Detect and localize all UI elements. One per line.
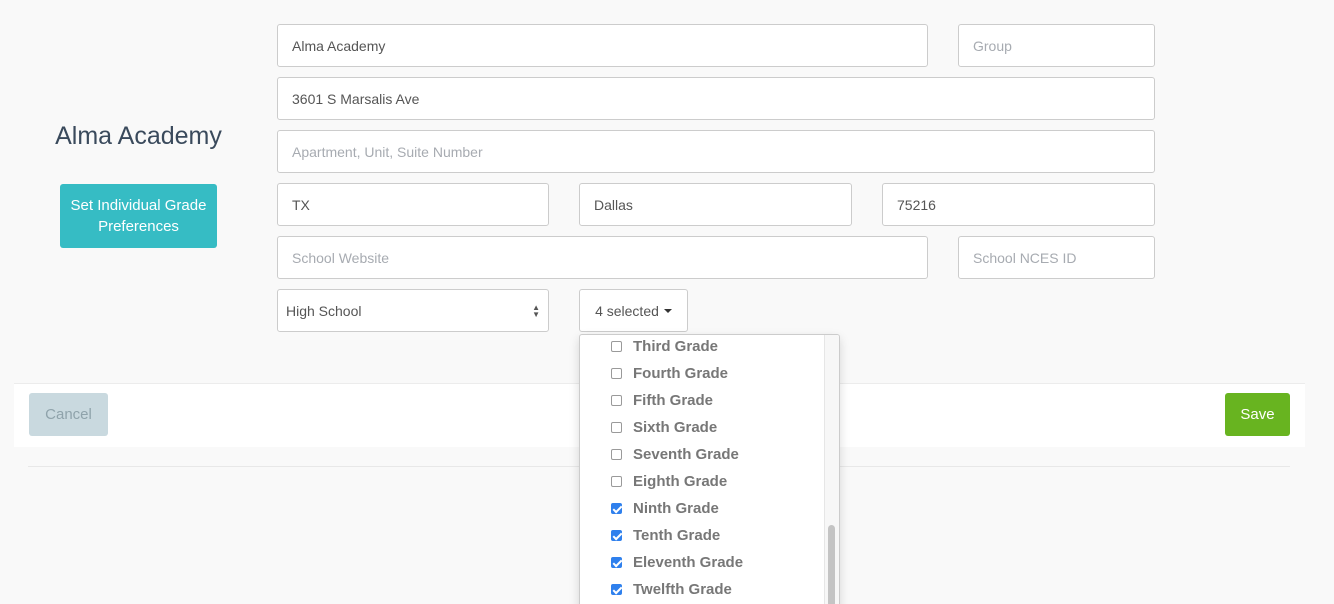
grade-option[interactable]: Eighth Grade — [580, 468, 824, 495]
select-arrows-icon: ▲ ▼ — [532, 302, 540, 319]
save-button[interactable]: Save — [1225, 393, 1290, 436]
grade-option[interactable]: Fourth Grade — [580, 360, 824, 387]
grade-option-label: Seventh Grade — [633, 446, 739, 463]
zip-input[interactable] — [882, 183, 1155, 226]
city-input[interactable] — [579, 183, 852, 226]
grade-option-label: Fifth Grade — [633, 392, 714, 409]
school-type-select[interactable]: High School ▲ ▼ — [277, 289, 549, 332]
grade-checkbox[interactable] — [611, 476, 622, 487]
grade-option-label: Tenth Grade — [633, 527, 721, 544]
cancel-button[interactable]: Cancel — [29, 393, 108, 436]
address-input[interactable] — [277, 77, 1155, 120]
group-input[interactable] — [958, 24, 1155, 67]
grade-checkbox[interactable] — [611, 422, 622, 433]
school-type-selected: High School — [286, 302, 362, 319]
grade-option-label: Twelfth Grade — [633, 581, 732, 598]
grade-option-label: Eleventh Grade — [633, 554, 744, 571]
grade-option[interactable]: Fifth Grade — [580, 387, 824, 414]
school-title: Alma Academy — [55, 122, 222, 150]
grade-option[interactable]: Third Grade — [580, 335, 824, 360]
grade-option[interactable]: Ninth Grade — [580, 495, 824, 522]
dropdown-scrollbar-thumb[interactable] — [828, 525, 835, 604]
school-website-input[interactable] — [277, 236, 928, 279]
grade-option-label: Fourth Grade — [633, 365, 729, 382]
caret-down-icon — [663, 309, 672, 313]
grade-option-label: Third Grade — [633, 338, 719, 355]
grade-option-label: Eighth Grade — [633, 473, 728, 490]
grades-multiselect-toggle[interactable]: 4 selected — [579, 289, 688, 332]
address-line2-input[interactable] — [277, 130, 1155, 173]
set-grade-preferences-button[interactable]: Set Individual Grade Preferences — [60, 184, 217, 248]
grade-option[interactable]: Twelfth Grade — [580, 576, 824, 603]
grades-selected-count: 4 selected — [595, 302, 659, 319]
grade-checkbox[interactable] — [611, 530, 622, 541]
school-edit-page: Alma Academy Set Individual Grade Prefer… — [0, 0, 1334, 604]
grade-checkbox[interactable] — [611, 557, 622, 568]
grade-checkbox[interactable] — [611, 584, 622, 595]
grade-option[interactable]: Seventh Grade — [580, 441, 824, 468]
nces-id-input[interactable] — [958, 236, 1155, 279]
grade-checkbox[interactable] — [611, 341, 622, 352]
grade-checkbox[interactable] — [611, 449, 622, 460]
state-input[interactable] — [277, 183, 549, 226]
grades-dropdown-menu: Third Grade Fourth Grade Fifth Grade Sixth … — [579, 334, 840, 604]
grade-checkbox[interactable] — [611, 503, 622, 514]
grade-option-label: Ninth Grade — [633, 500, 719, 517]
grade-option-label: Sixth Grade — [633, 419, 718, 436]
grade-option[interactable]: Eleventh Grade — [580, 549, 824, 576]
school-name-input[interactable] — [277, 24, 928, 67]
grade-option[interactable]: Sixth Grade — [580, 414, 824, 441]
grade-checkbox[interactable] — [611, 368, 622, 379]
grade-option[interactable]: Tenth Grade — [580, 522, 824, 549]
grades-option-list: Third Grade Fourth Grade Fifth Grade Sixth … — [580, 335, 824, 603]
grade-checkbox[interactable] — [611, 395, 622, 406]
